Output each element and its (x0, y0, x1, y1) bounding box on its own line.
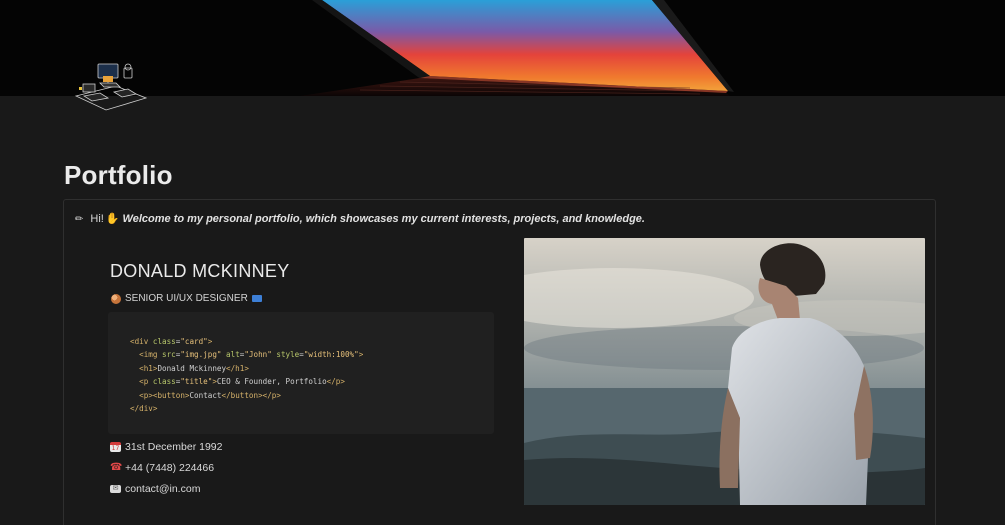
profile-name[interactable]: DONALD MCKINNEY (110, 261, 290, 282)
callout-block[interactable]: ✏ Hi! ✋ Welcome to my personal portfolio, w… (63, 199, 936, 525)
code-line: <img src="img.jpg" alt="John" style="wid… (139, 350, 364, 360)
workspace-desk-icon[interactable] (70, 56, 150, 120)
code-content: <div class="card"> <img src="img.jpg" al… (130, 335, 363, 415)
email-text: contact@in.com (125, 483, 201, 495)
role-label: SENIOR UI/UX DESIGNER (125, 293, 248, 304)
page-title[interactable]: Portfolio (64, 160, 173, 191)
birthday-row: 17 31st December 1992 (110, 441, 222, 453)
waving-hand-icon: ✋ (105, 212, 120, 225)
code-line: </div> (130, 404, 158, 414)
phone-row: ☎ +44 (7448) 224466 (110, 462, 214, 474)
notion-page: Portfolio ✏ Hi! ✋ Welcome to my personal po… (0, 0, 1005, 525)
envelope-icon: ✉ (110, 485, 121, 493)
callout-greeting: Hi! (90, 213, 104, 225)
palette-icon (111, 293, 121, 304)
code-line: <p class="title">CEO & Founder, Portfoli… (139, 377, 345, 387)
callout-text: ✏ Hi! ✋ Welcome to my personal portfolio, w… (75, 212, 645, 225)
phone-text: +44 (7448) 224466 (125, 462, 215, 474)
callout-message: Welcome to my personal portfolio, which … (122, 213, 645, 225)
birthday-text: 31st December 1992 (125, 441, 223, 453)
profile-role[interactable]: SENIOR UI/UX DESIGNER (111, 293, 262, 304)
email-row: ✉ contact@in.com (110, 483, 200, 495)
profile-photo[interactable] (524, 238, 925, 505)
telephone-icon: ☎ (110, 462, 123, 473)
code-line: <h1>Donald Mckinney</h1> (139, 363, 249, 373)
pencil-icon: ✏ (75, 214, 84, 225)
man-on-mountain-photo (524, 238, 925, 505)
code-block[interactable]: <div class="card"> <img src="img.jpg" al… (108, 312, 494, 434)
cover-image[interactable] (0, 0, 1005, 96)
laptop-sunset-illustration (0, 0, 1005, 96)
laptop-icon (251, 295, 262, 302)
code-line: <div class="card"> (130, 337, 213, 346)
code-line: <p><button>Contact</button></p> (139, 390, 281, 400)
calendar-icon: 17 (110, 442, 121, 452)
